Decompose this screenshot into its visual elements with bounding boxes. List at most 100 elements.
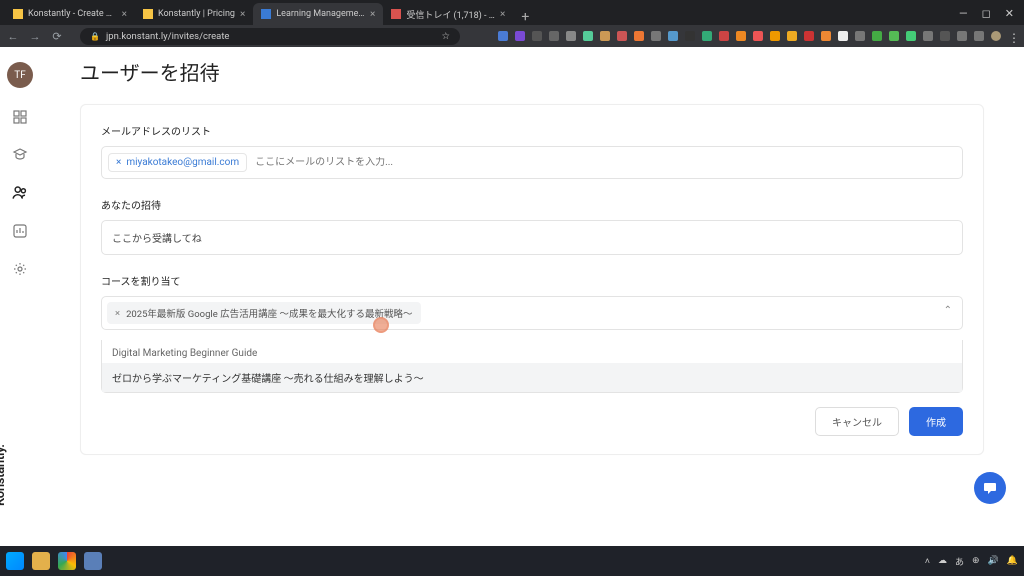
ext-icon[interactable]	[685, 31, 695, 41]
ext-icon[interactable]	[515, 31, 525, 41]
form-actions: キャンセル 作成	[101, 407, 963, 436]
tab-title: Konstantly - Create workplace ...	[28, 9, 117, 19]
url-text: jpn.konstant.ly/invites/create	[106, 31, 230, 42]
help-chat-button[interactable]	[974, 472, 1006, 504]
ext-icon[interactable]	[804, 31, 814, 41]
close-icon[interactable]: ×	[122, 9, 127, 20]
ext-icon[interactable]	[634, 31, 644, 41]
ext-icon[interactable]	[770, 31, 780, 41]
ext-icon[interactable]	[957, 31, 967, 41]
profile-icon[interactable]	[991, 31, 1001, 41]
reports-icon[interactable]	[11, 222, 29, 240]
window-close[interactable]: ✕	[1005, 7, 1014, 20]
window-maximize[interactable]: ◻	[982, 7, 991, 20]
ext-icon[interactable]	[940, 31, 950, 41]
chevron-up-icon[interactable]: ⌃	[944, 305, 952, 316]
address-bar: ← → ⟳ 🔒 jpn.konstant.ly/invites/create ☆	[0, 25, 1024, 47]
tab-title: 受信トレイ (1,718) - tensen1250...	[406, 8, 495, 21]
favicon-icon	[13, 9, 23, 19]
create-button[interactable]: 作成	[909, 407, 963, 436]
ime-indicator[interactable]: あ	[955, 555, 964, 568]
invitation-message-input[interactable]: ここから受講してね	[101, 220, 963, 255]
favicon-icon	[143, 9, 153, 19]
ext-icon[interactable]	[668, 31, 678, 41]
tab-strip: Konstantly - Create workplace ... × Kons…	[0, 0, 1024, 25]
ext-icon[interactable]	[906, 31, 916, 41]
ext-icon[interactable]	[974, 31, 984, 41]
system-tray: ˄ ☁ あ ⊕ 🔊 🔔	[925, 555, 1018, 568]
email-input[interactable]	[255, 157, 956, 168]
ext-icon[interactable]	[583, 31, 593, 41]
ext-icon[interactable]	[566, 31, 576, 41]
remove-chip-icon[interactable]: ×	[115, 308, 120, 319]
browser-chrome: — ◻ ✕ Konstantly - Create workplace ... …	[0, 0, 1024, 47]
email-list-input[interactable]: × miyakotakeo@gmail.com	[101, 146, 963, 179]
windows-taskbar: ˄ ☁ あ ⊕ 🔊 🔔	[0, 546, 1024, 576]
browser-tab-active[interactable]: Learning Management System ×	[253, 3, 383, 25]
browser-tab[interactable]: Konstantly - Create workplace ... ×	[5, 3, 135, 25]
users-icon[interactable]	[11, 184, 29, 202]
favicon-icon	[261, 9, 271, 19]
url-input[interactable]: 🔒 jpn.konstant.ly/invites/create ☆	[80, 28, 460, 45]
dashboard-icon[interactable]	[11, 108, 29, 126]
course-option[interactable]: ゼロから学ぶマーケティング基礎講座 〜売れる仕組みを理解しよう〜	[102, 363, 962, 392]
close-icon[interactable]: ×	[240, 9, 245, 20]
remove-chip-icon[interactable]: ×	[116, 157, 121, 168]
forward-icon[interactable]: →	[28, 30, 42, 43]
network-icon[interactable]: ⊕	[972, 556, 980, 566]
invitation-value: ここから受講してね	[112, 234, 202, 245]
browser-tab[interactable]: 受信トレイ (1,718) - tensen1250... ×	[383, 3, 513, 25]
taskbar-chrome-icon[interactable]	[58, 552, 76, 570]
favicon-icon	[391, 9, 401, 19]
ext-icon[interactable]	[702, 31, 712, 41]
reload-icon[interactable]: ⟳	[50, 30, 64, 43]
page: TF ユーザーを招待 メールアドレスのリスト × miyakotakeo@gma…	[0, 47, 1024, 546]
tray-chevron-icon[interactable]: ˄	[925, 556, 930, 567]
notifications-icon[interactable]: 🔔	[1007, 556, 1018, 566]
ext-icon[interactable]	[617, 31, 627, 41]
ext-icon[interactable]	[600, 31, 610, 41]
ext-icon[interactable]	[498, 31, 508, 41]
email-chip[interactable]: × miyakotakeo@gmail.com	[108, 153, 247, 172]
taskbar-explorer-icon[interactable]	[32, 552, 50, 570]
new-tab-button[interactable]: +	[513, 9, 537, 25]
window-minimize[interactable]: —	[959, 7, 968, 20]
ext-icon[interactable]	[872, 31, 882, 41]
email-chip-text: miyakotakeo@gmail.com	[126, 157, 239, 168]
tray-onedrive-icon[interactable]: ☁	[938, 556, 947, 566]
close-icon[interactable]: ×	[500, 9, 505, 20]
main-content: ユーザーを招待 メールアドレスのリスト × miyakotakeo@gmail.…	[40, 47, 1024, 546]
ext-icon[interactable]	[787, 31, 797, 41]
taskbar-app-icon[interactable]	[84, 552, 102, 570]
browser-tab[interactable]: Konstantly | Pricing ×	[135, 3, 253, 25]
page-title: ユーザーを招待	[80, 57, 984, 86]
back-icon[interactable]: ←	[6, 30, 20, 43]
dropdown-group-header: Digital Marketing Beginner Guide	[102, 340, 962, 363]
ext-icon[interactable]	[651, 31, 661, 41]
ext-icon[interactable]	[719, 31, 729, 41]
ext-icon[interactable]	[821, 31, 831, 41]
ext-icon[interactable]	[838, 31, 848, 41]
courses-icon[interactable]	[11, 146, 29, 164]
volume-icon[interactable]: 🔊	[988, 556, 999, 566]
close-icon[interactable]: ×	[370, 9, 375, 20]
course-dropdown: Digital Marketing Beginner Guide ゼロから学ぶマ…	[101, 340, 963, 393]
selected-course-chip[interactable]: × 2025年最新版 Google 広告活用講座 〜成果を最大化する最新戦略〜	[107, 302, 421, 324]
ext-icon[interactable]	[923, 31, 933, 41]
ext-icon[interactable]	[855, 31, 865, 41]
ext-icon[interactable]	[549, 31, 559, 41]
star-icon[interactable]: ☆	[441, 31, 450, 42]
ext-icon[interactable]	[753, 31, 763, 41]
ext-icon[interactable]	[736, 31, 746, 41]
settings-icon[interactable]	[11, 260, 29, 278]
emails-label: メールアドレスのリスト	[101, 123, 963, 138]
ext-icon[interactable]	[532, 31, 542, 41]
course-select[interactable]: × 2025年最新版 Google 広告活用講座 〜成果を最大化する最新戦略〜 …	[101, 296, 963, 330]
avatar[interactable]: TF	[7, 62, 33, 88]
ext-icon[interactable]	[889, 31, 899, 41]
menu-icon[interactable]: ⋮	[1008, 31, 1018, 41]
extension-icons: ⋮	[498, 31, 1018, 41]
start-button[interactable]	[6, 552, 24, 570]
tab-title: Konstantly | Pricing	[158, 9, 235, 19]
cancel-button[interactable]: キャンセル	[815, 407, 899, 436]
